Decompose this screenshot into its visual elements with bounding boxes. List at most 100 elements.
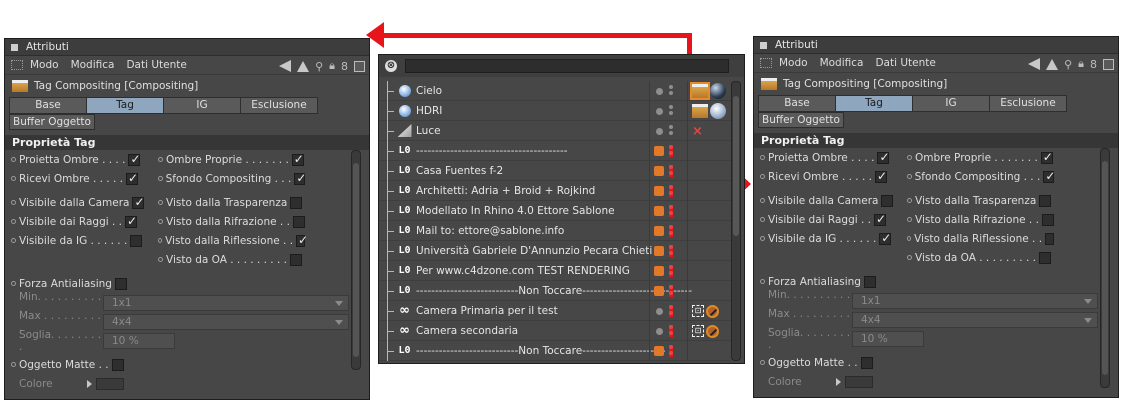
scrollbar-thumb[interactable] <box>1102 161 1108 375</box>
keyframe-dot[interactable] <box>907 217 912 222</box>
keyframe-dot[interactable] <box>158 157 163 162</box>
select-min[interactable]: 1x1 <box>103 294 349 311</box>
visibility-dots-icon[interactable] <box>669 325 673 337</box>
object-flags[interactable] <box>649 281 685 301</box>
checkbox-forza-antialiasing[interactable] <box>114 277 127 290</box>
object-row[interactable]: ∞ Camera secondaria ⊡ <box>379 320 731 341</box>
link-icon[interactable]: 8 <box>341 60 348 73</box>
tab-ig[interactable]: IG <box>163 97 241 114</box>
protection-tag-icon[interactable] <box>706 304 719 318</box>
up-arrow-icon[interactable] <box>1046 58 1059 70</box>
visibility-dots-icon[interactable] <box>669 145 673 157</box>
keyframe-dot[interactable] <box>11 219 16 224</box>
object-flags[interactable] <box>649 321 685 341</box>
object-flags[interactable] <box>649 301 685 321</box>
object-flags[interactable] <box>649 241 685 261</box>
keyframe-dot[interactable] <box>907 255 912 260</box>
layer-color-icon[interactable] <box>654 166 664 176</box>
object-flags[interactable] <box>649 181 685 201</box>
new-panel-icon[interactable] <box>354 60 365 72</box>
object-row[interactable]: L0 ---------------------------Non Toccare… <box>379 280 731 301</box>
select-max[interactable]: 4x4 <box>103 313 349 330</box>
visibility-dots-icon[interactable] <box>669 185 673 197</box>
checkbox-ricevi-ombre[interactable] <box>875 169 887 183</box>
checkbox-ombre-proprie[interactable] <box>1040 150 1053 164</box>
checkbox-visto-riflessione[interactable] <box>1045 232 1054 245</box>
keyframe-dot[interactable] <box>907 236 912 241</box>
keyframe-dot[interactable] <box>11 362 16 367</box>
checkbox-oggetto-matte[interactable] <box>111 358 124 371</box>
visibility-dots-icon[interactable] <box>669 85 673 97</box>
object-row[interactable]: L0 Per www.c4dzone.com TEST RENDERING <box>379 260 731 281</box>
window-menu-icon[interactable] <box>760 41 767 49</box>
checkbox-visto-rifrazione[interactable] <box>292 215 305 228</box>
search-input[interactable] <box>405 59 729 73</box>
input-soglia[interactable]: 10 % <box>852 330 924 347</box>
tab-esclusione[interactable]: Esclusione <box>240 97 318 114</box>
enabled-dot-icon[interactable] <box>656 88 663 95</box>
target-tag-icon[interactable]: ⊡ <box>692 325 704 337</box>
checkbox-proietta-ombre[interactable] <box>877 150 890 164</box>
enabled-dot-icon[interactable] <box>656 328 663 335</box>
layer-color-icon[interactable] <box>654 146 664 156</box>
object-row[interactable]: Luce × <box>379 120 731 141</box>
scrollbar[interactable] <box>731 81 741 361</box>
layer-color-icon[interactable] <box>654 246 664 256</box>
object-row[interactable]: ∞ Camera Primaria per il test ⊡ <box>379 300 731 321</box>
checkbox-visto-trasparenza[interactable] <box>1039 194 1052 207</box>
keyframe-dot[interactable] <box>760 360 765 365</box>
color-swatch[interactable] <box>845 375 873 388</box>
keyframe-dot[interactable] <box>158 176 163 181</box>
section-header[interactable]: Proprietà Tag <box>754 133 1118 148</box>
layer-color-icon[interactable] <box>654 226 664 236</box>
keyframe-dot[interactable] <box>760 217 765 222</box>
menu-dati-utente[interactable]: Dati Utente <box>875 57 935 69</box>
compositing-tag-icon[interactable] <box>690 82 710 100</box>
expand-arrow-icon[interactable] <box>87 379 92 388</box>
object-flags[interactable] <box>649 341 685 361</box>
object-flags[interactable] <box>649 121 685 141</box>
input-soglia[interactable]: 10 % <box>103 332 175 349</box>
visibility-dots-icon[interactable] <box>669 265 673 277</box>
checkbox-visibile-raggi[interactable] <box>125 214 137 228</box>
tab-esclusione[interactable]: Esclusione <box>989 95 1067 112</box>
visibility-dots-icon[interactable] <box>669 305 673 317</box>
keyframe-dot[interactable] <box>158 219 163 224</box>
protection-tag-icon[interactable] <box>706 324 719 338</box>
object-row[interactable]: L0 --------------------------------------… <box>379 140 731 161</box>
checkbox-visibile-camera[interactable] <box>132 195 145 209</box>
checkbox-visibile-ig[interactable] <box>130 234 143 247</box>
menu-dati-utente[interactable]: Dati Utente <box>126 59 186 71</box>
visibility-dots-icon[interactable] <box>669 345 673 357</box>
target-tag-icon[interactable]: ⊡ <box>692 305 704 317</box>
visibility-dots-icon[interactable] <box>669 205 673 217</box>
visibility-dots-icon[interactable] <box>669 245 673 257</box>
object-row[interactable]: L0 Modellato In Rhino 4.0 Ettore Sablone <box>379 200 731 221</box>
object-flags[interactable] <box>649 201 685 221</box>
object-flags[interactable] <box>649 81 685 101</box>
select-max[interactable]: 4x4 <box>852 311 1098 328</box>
object-row[interactable]: L0 Casa Fuentes f-2 <box>379 160 731 181</box>
object-row[interactable]: L0 Architetti: Adria + Broid + Rojkind <box>379 180 731 201</box>
checkbox-visto-rifrazione[interactable] <box>1041 213 1054 226</box>
lock-icon[interactable]: 🔒︎ <box>329 59 335 73</box>
keyframe-dot[interactable] <box>907 198 912 203</box>
keyframe-dot[interactable] <box>11 176 16 181</box>
checkbox-ombre-proprie[interactable] <box>291 152 304 166</box>
keyframe-dot[interactable] <box>11 238 16 243</box>
object-row[interactable]: HDRI <box>379 100 731 121</box>
checkbox-visto-trasparenza[interactable] <box>290 196 303 209</box>
tab-buffer-oggetto[interactable]: Buffer Oggetto <box>9 114 95 130</box>
window-menu-icon[interactable] <box>11 43 18 51</box>
object-flags[interactable] <box>649 141 685 161</box>
keyframe-dot[interactable] <box>158 200 163 205</box>
checkbox-visto-riflessione[interactable] <box>296 233 308 247</box>
up-arrow-icon[interactable] <box>297 60 310 72</box>
checkbox-sfondo-compositing[interactable] <box>294 171 306 185</box>
checkbox-visto-oa[interactable] <box>1039 251 1051 264</box>
new-panel-icon[interactable] <box>1103 58 1114 70</box>
object-row[interactable]: L0 Università Gabriele D'Annunzio Pecara … <box>379 240 731 261</box>
search-icon[interactable]: ⚲ <box>1064 58 1072 71</box>
checkbox-forza-antialiasing[interactable] <box>863 275 876 288</box>
keyframe-dot[interactable] <box>158 257 163 262</box>
